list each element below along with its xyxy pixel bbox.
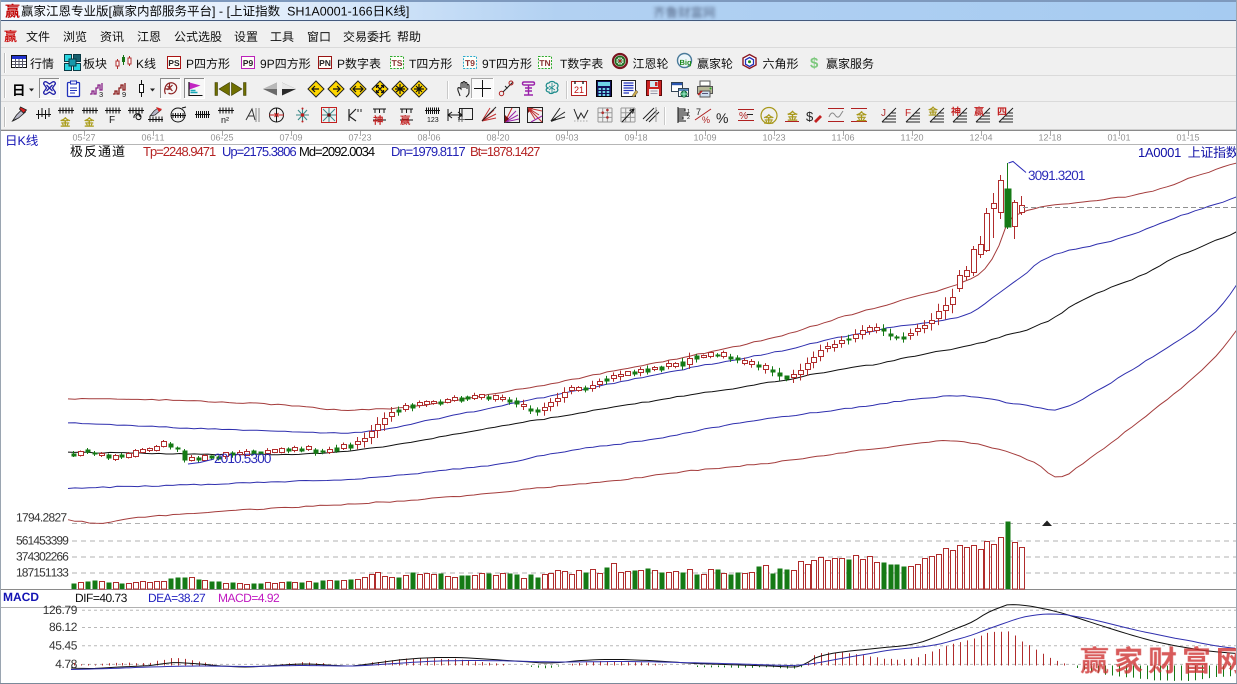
- svg-text:123: 123: [427, 117, 439, 124]
- svg-text:n²: n²: [221, 115, 229, 125]
- svg-text:%: %: [702, 115, 710, 125]
- svg-text:3: 3: [99, 90, 103, 99]
- svg-text:9: 9: [122, 90, 126, 99]
- svg-text:F: F: [905, 108, 911, 119]
- svg-text:%: %: [739, 111, 748, 122]
- svg-text:2: 2: [687, 115, 690, 121]
- svg-text:J: J: [881, 108, 886, 119]
- svg-text:F: F: [109, 115, 115, 126]
- svg-text:$: $: [806, 109, 814, 124]
- svg-text:7: 7: [696, 107, 701, 117]
- svg-text:21: 21: [574, 85, 584, 95]
